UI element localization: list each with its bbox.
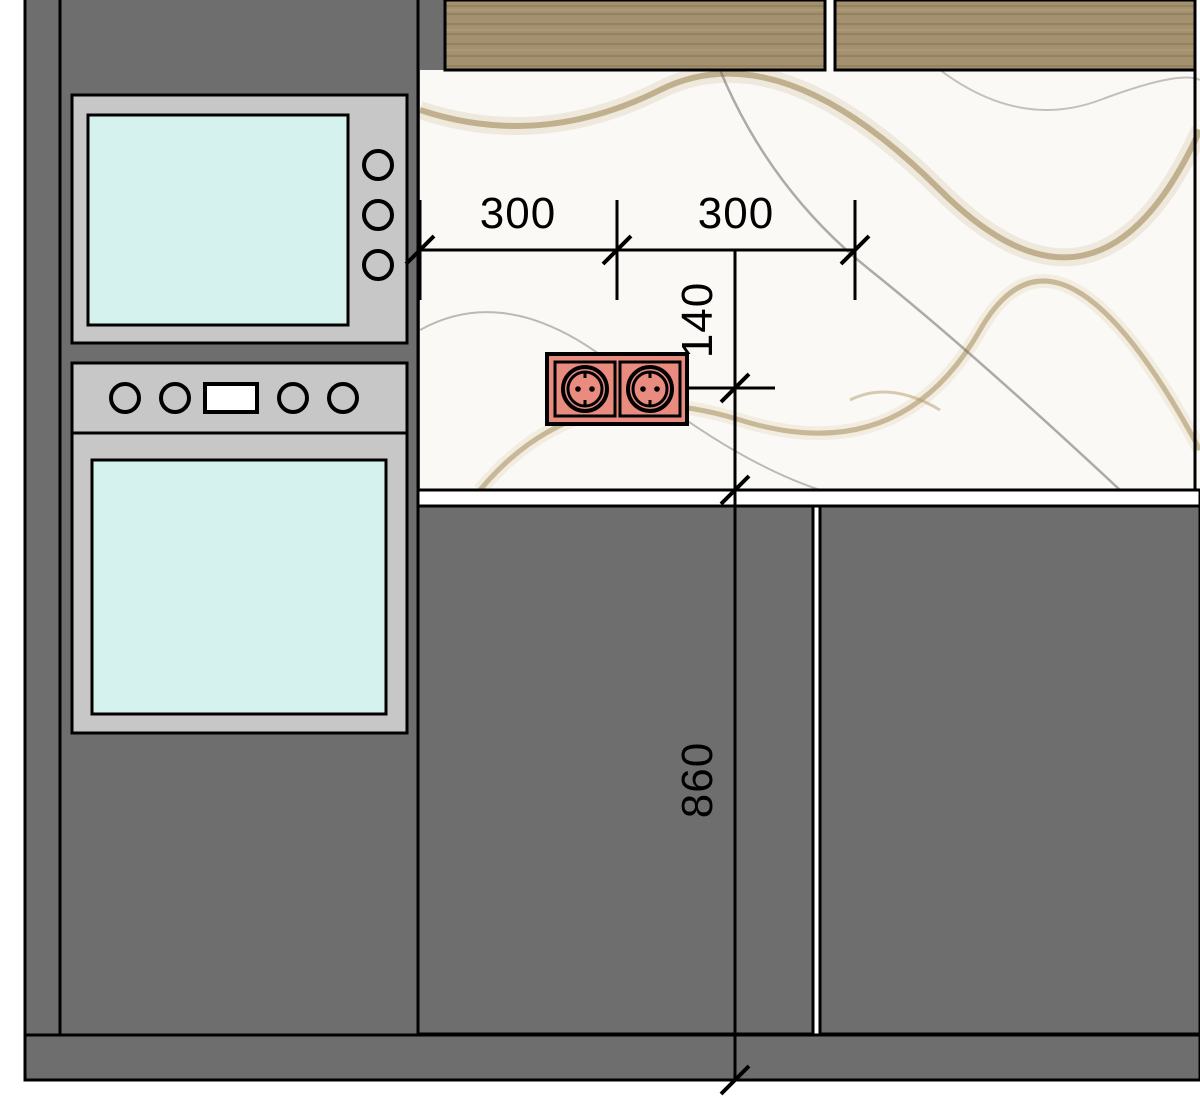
dimension-label: 140 (673, 282, 722, 358)
power-outlet-double (547, 354, 687, 424)
backsplash-marble (420, 70, 1200, 490)
microwave (72, 95, 407, 343)
base-cabinet-left (418, 506, 813, 1034)
countertop (418, 490, 1200, 506)
oven-display-icon (205, 384, 257, 412)
wall-cabinet-left (445, 0, 825, 70)
dimension-label: 300 (698, 189, 774, 238)
base-cabinet-right (820, 506, 1200, 1034)
plinth (25, 1035, 1200, 1080)
oven (72, 363, 407, 733)
wall-cabinet-right (835, 0, 1195, 70)
dimension-label: 300 (480, 189, 556, 238)
dimension-label: 860 (673, 742, 722, 818)
